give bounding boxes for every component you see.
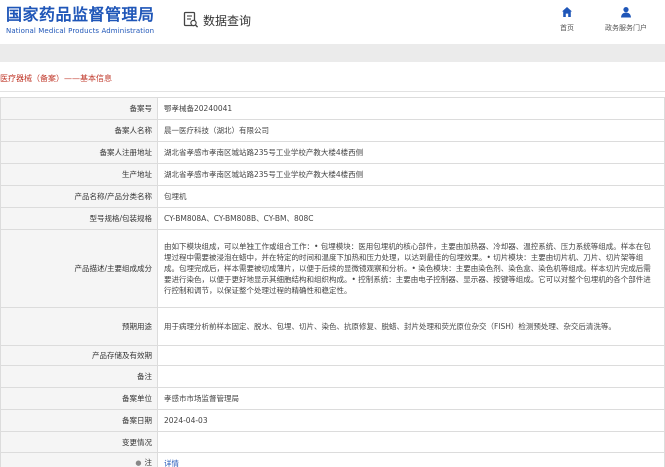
field-label: 备案单位: [0, 387, 158, 410]
table-row: 备案单位 孝感市市场监督管理局: [0, 387, 665, 410]
site-header: 国家药品监督管理局 National Medical Products Admi…: [0, 0, 665, 44]
field-value: [157, 365, 665, 388]
field-value: 包埋机: [157, 185, 665, 208]
field-label: 产品名称/产品分类名称: [0, 185, 158, 208]
field-value: 晨一医疗科技（湖北）有限公司: [157, 119, 665, 142]
table-row: ● 注 详情: [0, 452, 665, 467]
service-portal-label: 政务服务门户: [605, 24, 647, 32]
field-label: 注: [144, 458, 153, 467]
user-icon: [621, 7, 631, 18]
field-label: 备案日期: [0, 409, 158, 432]
field-label: 备案人名称: [0, 119, 158, 142]
field-value: 孝感市市场监督管理局: [157, 387, 665, 410]
field-value: 2024-04-03: [157, 409, 665, 432]
table-row: 备案人注册地址 湖北省孝感市孝南区城站路235号工业学校产教大楼4楼西侧: [0, 141, 665, 164]
section-title: 数据查询: [183, 11, 251, 29]
pin-icon: ●: [135, 459, 142, 467]
field-value: [157, 431, 665, 453]
breadcrumb: 医疗器械（备案）——基本信息: [0, 74, 112, 83]
field-label: 预期用途: [0, 307, 158, 346]
table-row: 预期用途 用于病理分析前样本固定、脱水、包埋、切片、染色、抗原修复、脱蜡、封片处…: [0, 307, 665, 346]
field-label: 备案号: [0, 97, 158, 120]
document-search-icon: [183, 11, 199, 28]
record-detail-table: 备案号 鄂孝械备20240041 备案人名称 晨一医疗科技（湖北）有限公司 备案…: [0, 97, 665, 467]
field-value: 湖北省孝感市孝南区城站路235号工业学校产教大楼4楼西侧: [157, 141, 665, 164]
table-row: 型号规格/包装规格 CY-BM808A、CY-BM808B、CY-BM、808C: [0, 207, 665, 230]
field-label: 备案人注册地址: [0, 141, 158, 164]
table-row: 生产地址 湖北省孝感市孝南区城站路235号工业学校产教大楼4楼西侧: [0, 163, 665, 186]
field-label: 备注: [0, 365, 158, 388]
header-divider-band: [0, 44, 665, 62]
field-value: 详情: [157, 452, 665, 467]
breadcrumb-bar: 医疗器械（备案）——基本信息: [0, 62, 665, 92]
field-value: 由如下模块组成，可以单独工作或组合工作：• 包埋模块：医用包埋机的核心部件，主要…: [157, 229, 665, 308]
field-value: 用于病理分析前样本固定、脱水、包埋、切片、染色、抗原修复、脱蜡、封片处理和荧光原…: [157, 307, 665, 346]
field-label: 产品存储及有效期: [0, 345, 158, 366]
home-label: 首页: [560, 24, 574, 32]
table-row: 备案号 鄂孝械备20240041: [0, 97, 665, 120]
field-label: 变更情况: [0, 431, 158, 453]
table-row: 备注: [0, 365, 665, 388]
field-label: 生产地址: [0, 163, 158, 186]
table-row: 产品描述/主要组成成分 由如下模块组成，可以单独工作或组合工作：• 包埋模块：医…: [0, 229, 665, 308]
site-logo[interactable]: 国家药品监督管理局 National Medical Products Admi…: [6, 5, 155, 36]
table-row: 产品存储及有效期: [0, 345, 665, 366]
field-value: 鄂孝械备20240041: [157, 97, 665, 120]
table-row: 变更情况: [0, 431, 665, 453]
field-value: 湖北省孝感市孝南区城站路235号工业学校产教大楼4楼西侧: [157, 163, 665, 186]
home-button[interactable]: 首页: [542, 6, 592, 33]
brand-chinese-name: 国家药品监督管理局: [6, 5, 155, 24]
table-row: 备案日期 2024-04-03: [0, 409, 665, 432]
field-label: 型号规格/包装规格: [0, 207, 158, 230]
note-label-cell: ● 注: [0, 452, 158, 467]
service-portal-button[interactable]: 政务服务门户: [601, 6, 651, 33]
table-row: 产品名称/产品分类名称 包埋机: [0, 185, 665, 208]
home-icon: [562, 7, 572, 17]
details-link[interactable]: 详情: [164, 459, 179, 467]
table-row: 备案人名称 晨一医疗科技（湖北）有限公司: [0, 119, 665, 142]
section-title-text: 数据查询: [203, 13, 252, 28]
field-value: CY-BM808A、CY-BM808B、CY-BM、808C: [157, 207, 665, 230]
field-label: 产品描述/主要组成成分: [0, 229, 158, 308]
brand-english-name: National Medical Products Administration: [6, 27, 155, 35]
field-value: [157, 345, 665, 366]
